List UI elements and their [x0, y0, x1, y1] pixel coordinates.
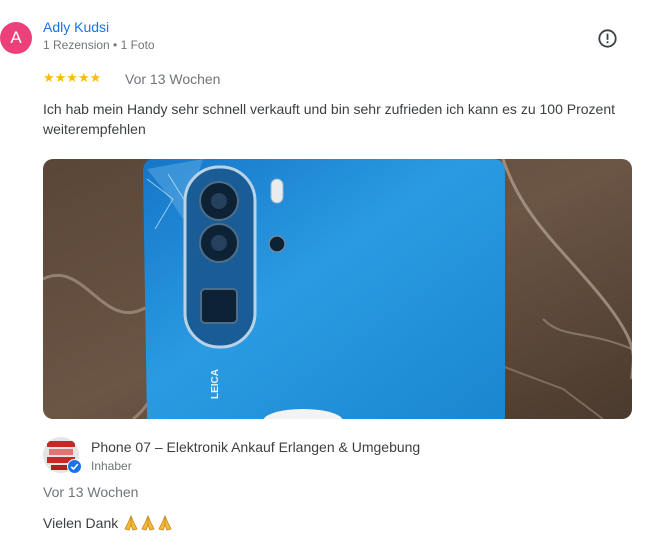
reviewer-avatar[interactable]: A: [0, 22, 32, 54]
reviewer-name-link[interactable]: Adly Kudsi: [43, 19, 109, 35]
reply-date: Vor 13 Wochen: [43, 484, 139, 500]
phone-photo-image: LEICA: [43, 159, 632, 419]
reply-text: Vielen Dank: [43, 515, 119, 531]
svg-text:LEICA: LEICA: [210, 369, 221, 399]
report-review-button[interactable]: [597, 28, 618, 49]
review-photo[interactable]: LEICA: [43, 159, 632, 419]
review-date: Vor 13 Wochen: [125, 71, 221, 87]
report-flag-icon: [598, 29, 617, 48]
star-rating: ★★★★★: [43, 70, 102, 85]
owner-role: Inhaber: [91, 459, 132, 473]
owner-name: Phone 07 – Elektronik Ankauf Erlangen & …: [91, 439, 421, 455]
reviewer-meta: 1 Rezension • 1 Foto: [43, 38, 155, 52]
verified-check-icon: [67, 459, 82, 474]
review-text: Ich hab mein Handy sehr schnell verkauft…: [43, 101, 615, 137]
reply-text-row: Vielen Dank: [43, 515, 173, 531]
folded-hands-icon: [122, 515, 173, 531]
